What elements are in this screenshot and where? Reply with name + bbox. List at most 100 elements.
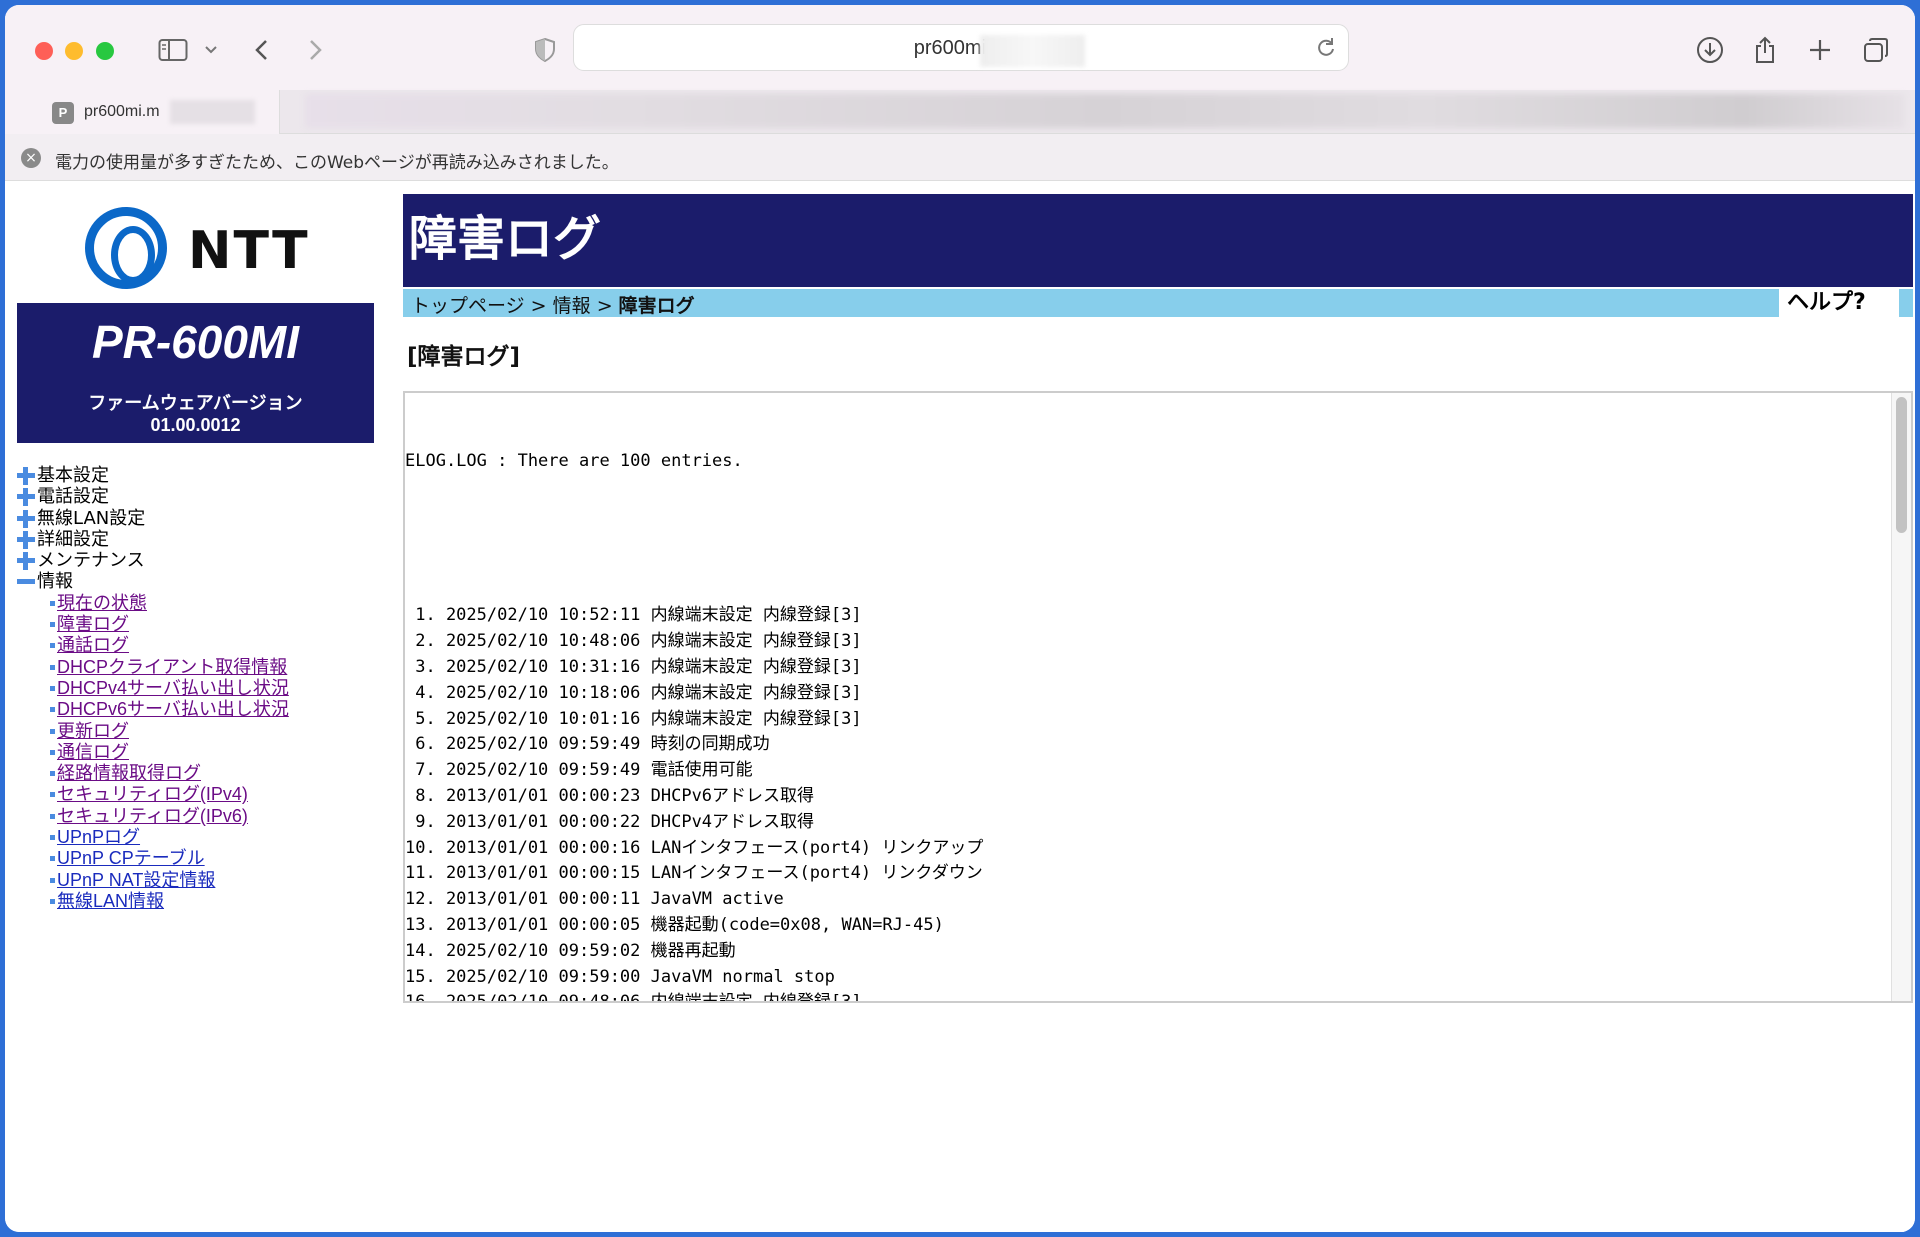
bullet-icon	[50, 622, 55, 628]
close-window-button[interactable]	[35, 42, 53, 60]
sub-nav-item: 障害ログ	[17, 614, 377, 635]
nav-item[interactable]: 基本設定	[17, 465, 377, 486]
nav-item[interactable]: 情報	[17, 571, 377, 592]
nav-item-label[interactable]: 無線LAN設定	[37, 508, 145, 529]
favicon-icon: P	[52, 102, 74, 124]
sub-nav-link[interactable]: UPnP CPテーブル	[57, 848, 205, 868]
logo-text: NTT	[188, 221, 310, 281]
sub-nav-item: 無線LAN情報	[17, 891, 377, 912]
minimize-window-button[interactable]	[65, 42, 83, 60]
log-scrollbar-thumb[interactable]	[1896, 397, 1907, 533]
breadcrumb-top-link[interactable]: トップページ	[411, 295, 525, 317]
sub-nav-item: DHCPv6サーバ払い出し状況	[17, 699, 377, 720]
sub-nav-link[interactable]: 障害ログ	[57, 614, 129, 634]
bullet-icon	[50, 898, 55, 904]
ntt-logo-icon	[85, 207, 167, 289]
bullet-icon	[50, 835, 55, 841]
downloads-icon[interactable]	[1693, 30, 1727, 70]
plus-icon[interactable]	[17, 467, 35, 485]
plus-icon[interactable]	[17, 488, 35, 507]
nav-item-label[interactable]: 基本設定	[37, 465, 109, 486]
sub-nav-link[interactable]: 通信ログ	[57, 742, 129, 762]
plus-icon[interactable]	[17, 552, 35, 571]
tab-title-redacted	[170, 100, 255, 124]
sub-nav-link[interactable]: 更新ログ	[57, 721, 129, 741]
bullet-icon	[50, 771, 55, 777]
log-entry: 12. 2013/01/01 00:00:11 JavaVM active	[405, 889, 784, 910]
log-entry: 13. 2013/01/01 00:00:05 機器起動(code=0x08, …	[405, 914, 944, 935]
url-text: pr600mi.m	[913, 37, 1009, 59]
tab-title: pr600mi.m	[84, 103, 160, 120]
nav-item-label[interactable]: メンテナンス	[37, 550, 145, 571]
log-entry: 6. 2025/02/10 09:59:49 時刻の同期成功	[405, 734, 770, 755]
sub-nav-link[interactable]: UPnP NAT設定情報	[57, 870, 215, 890]
sub-nav-link[interactable]: DHCPクライアント取得情報	[57, 657, 287, 677]
new-tab-icon[interactable]	[1805, 30, 1835, 70]
nav-item[interactable]: 詳細設定	[17, 529, 377, 550]
sub-nav-link[interactable]: 経路情報取得ログ	[57, 763, 201, 783]
sub-nav-item: DHCPクライアント取得情報	[17, 657, 377, 678]
sub-nav-item: UPnP CPテーブル	[17, 848, 377, 869]
address-bar[interactable]: pr600mi.m	[573, 24, 1349, 71]
zoom-window-button[interactable]	[96, 42, 114, 60]
bullet-icon	[50, 877, 55, 883]
sub-nav-link[interactable]: UPnPログ	[57, 827, 140, 847]
sub-nav-item: 通話ログ	[17, 635, 377, 656]
bullet-icon	[50, 749, 55, 755]
section-title: [障害ログ]	[407, 344, 521, 370]
nav-item-label[interactable]: 電話設定	[37, 486, 109, 507]
share-icon[interactable]	[1750, 30, 1780, 70]
sub-nav-link[interactable]: 無線LAN情報	[57, 891, 164, 911]
nav-item[interactable]: 無線LAN設定	[17, 508, 377, 529]
log-header: ELOG.LOG : There are 100 entries.	[405, 450, 743, 471]
sidebar-toggle-icon[interactable]	[155, 30, 191, 70]
tab-overview-icon[interactable]	[1860, 30, 1892, 70]
sub-nav-item: UPnPログ	[17, 827, 377, 848]
nav-item[interactable]: メンテナンス	[17, 550, 377, 571]
bullet-icon	[50, 792, 55, 798]
log-scrollbar[interactable]	[1891, 393, 1911, 1001]
log-entry: 16. 2025/02/10 09:48:06 内線端末設定 内線登録[3]	[405, 992, 862, 1003]
sub-nav-link[interactable]: セキュリティログ(IPv6)	[57, 806, 248, 826]
reload-notice-bar: × 電力の使用量が多すぎたため、このWebページが再読み込みされました。	[5, 134, 1915, 181]
sub-nav-link[interactable]: セキュリティログ(IPv4)	[57, 784, 248, 804]
log-entry: 14. 2025/02/10 09:59:02 機器再起動	[405, 940, 736, 961]
chevron-down-icon[interactable]	[201, 30, 221, 70]
bullet-icon	[50, 856, 55, 862]
sub-nav-item: DHCPv4サーバ払い出し状況	[17, 678, 377, 699]
plus-icon[interactable]	[17, 509, 35, 528]
privacy-shield-icon[interactable]	[530, 30, 560, 70]
back-button[interactable]	[250, 30, 274, 70]
close-notice-icon[interactable]: ×	[21, 148, 41, 168]
sub-nav-item: 更新ログ	[17, 721, 377, 742]
sub-nav-link[interactable]: DHCPv6サーバ払い出し状況	[57, 699, 289, 719]
tab-active[interactable]: P pr600mi.m	[5, 90, 280, 134]
other-tabs-redacted[interactable]	[305, 94, 1905, 128]
forward-button[interactable]	[303, 30, 327, 70]
log-entry: 1. 2025/02/10 10:52:11 内線端末設定 内線登録[3]	[405, 605, 862, 626]
log-entry: 10. 2013/01/01 00:00:16 LANインタフェース(port4…	[405, 837, 984, 858]
url-redacted	[980, 35, 1085, 67]
log-entry: 9. 2013/01/01 00:00:22 DHCPv4アドレス取得	[405, 811, 815, 832]
log-entry: 2. 2025/02/10 10:48:06 内線端末設定 内線登録[3]	[405, 631, 862, 652]
firmware-label: ファームウェアバージョン	[88, 393, 303, 414]
nav-item-label[interactable]: 情報	[37, 571, 73, 592]
log-entry: 7. 2025/02/10 09:59:49 電話使用可能	[405, 760, 753, 781]
sub-nav-link[interactable]: 通話ログ	[57, 635, 129, 655]
main-content: 障害ログ トップページ > 情報 > 障害ログ ヘルプ? [障害ログ] ELOG…	[403, 194, 1913, 1003]
nav-item-label[interactable]: 詳細設定	[37, 529, 109, 550]
help-button[interactable]: ヘルプ?	[1779, 289, 1899, 317]
bullet-icon	[50, 664, 55, 670]
reload-icon[interactable]	[1315, 36, 1339, 60]
minus-icon[interactable]	[17, 579, 35, 585]
sub-nav-link[interactable]: DHCPv4サーバ払い出し状況	[57, 678, 289, 698]
log-textarea[interactable]: ELOG.LOG : There are 100 entries. 1. 202…	[403, 391, 1913, 1003]
plus-icon[interactable]	[17, 530, 35, 549]
sub-nav-link[interactable]: 現在の状態	[57, 593, 147, 613]
nav-item[interactable]: 電話設定	[17, 486, 377, 507]
page-title: 障害ログ	[403, 194, 1913, 287]
page-content: NTT PR-600MI ファームウェアバージョン 01.00.0012 基本設…	[5, 182, 1915, 1232]
sub-nav-item: UPnP NAT設定情報	[17, 870, 377, 891]
breadcrumb-info-link[interactable]: 情報	[553, 295, 591, 317]
log-entry: 3. 2025/02/10 10:31:16 内線端末設定 内線登録[3]	[405, 656, 862, 677]
